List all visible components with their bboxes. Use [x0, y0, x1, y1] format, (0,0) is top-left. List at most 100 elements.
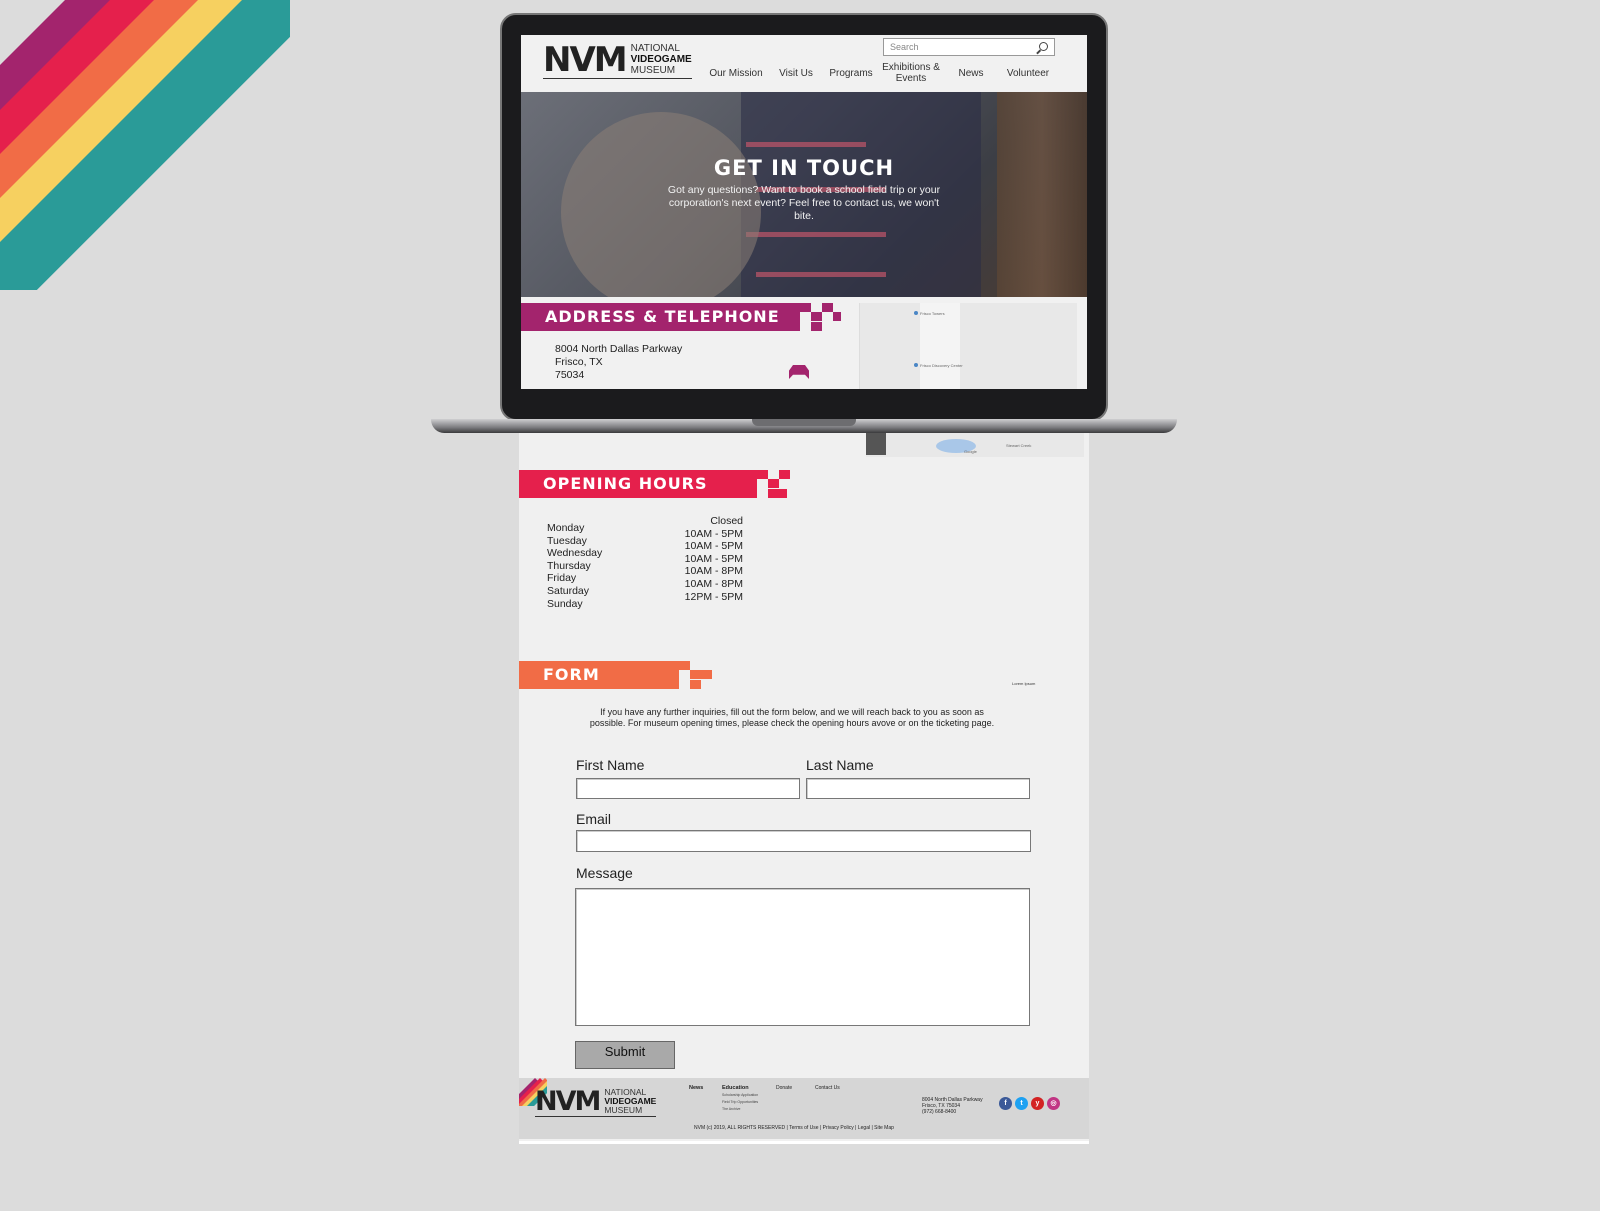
footer-logo-mark: NVM — [535, 1086, 601, 1117]
footer-link-education[interactable]: Education — [722, 1085, 758, 1092]
last-name-input[interactable] — [806, 778, 1030, 799]
pixel-block — [779, 470, 790, 479]
pixel-block — [768, 489, 779, 498]
day-label: Friday — [547, 572, 577, 585]
nav-news[interactable]: News — [951, 68, 991, 79]
hero-banner: GET IN TOUCH Got any questions? Want to … — [521, 92, 1087, 297]
address-text: 8004 North Dallas Parkway Frisco, TX 750… — [555, 343, 682, 382]
footer-education-column: Education Scholarship Application Field … — [722, 1085, 758, 1113]
site-logo[interactable]: NVM NATIONAL VIDEOGAME MUSEUM — [543, 43, 692, 79]
nav-visit-us[interactable]: Visit Us — [776, 68, 816, 79]
pixel-block — [757, 470, 768, 479]
laptop-hinge-notch — [752, 419, 856, 426]
site-footer: NVM NATIONAL VIDEOGAME MUSEUM News Educa… — [519, 1078, 1089, 1139]
footer-link-archive[interactable]: The Archive — [722, 1106, 758, 1113]
embedded-map[interactable]: Frisco Towers Frisco Discovery Center — [859, 303, 1077, 389]
pixel-block — [822, 303, 833, 312]
pixel-block — [690, 680, 701, 689]
pixel-block — [679, 661, 690, 670]
laptop-screen: NVM NATIONAL VIDEOGAME MUSEUM Search Our… — [521, 35, 1087, 389]
address-line: 8004 North Dallas Parkway — [555, 343, 683, 355]
hero-title: GET IN TOUCH — [713, 156, 895, 180]
day-label: Thursday — [547, 559, 591, 572]
footer-legal-links[interactable]: NVM (c) 2019, ALL RIGHTS RESERVED | Term… — [694, 1125, 894, 1131]
message-textarea[interactable] — [575, 888, 1030, 1026]
hours-value: Closed — [710, 515, 743, 527]
footer-logo[interactable]: NVM NATIONAL VIDEOGAME MUSEUM — [535, 1086, 657, 1117]
pixel-block — [768, 479, 779, 488]
map-creek-label: Stewart Creek — [1006, 443, 1032, 448]
placeholder-text: Lorem Ipsum — [1012, 681, 1036, 686]
map-pin-icon[interactable] — [914, 311, 918, 315]
pixel-block — [690, 670, 701, 679]
nav-our-mission[interactable]: Our Mission — [706, 68, 766, 79]
instagram-icon[interactable]: ◎ — [1047, 1097, 1060, 1110]
pixel-block — [811, 322, 822, 331]
logo-mark: NVM — [543, 40, 628, 80]
site-header: NVM NATIONAL VIDEOGAME MUSEUM Search Our… — [521, 35, 1087, 92]
map-continuation: Google Stewart Creek — [866, 433, 1084, 457]
hours-days-column: Monday Tuesday Wednesday Thursday Friday… — [547, 522, 602, 610]
rainbow-stripes-decoration — [0, 0, 290, 290]
hours-value: 10AM - 8PM — [684, 577, 743, 590]
day-label: Wednesday — [547, 547, 603, 560]
search-icon[interactable] — [1039, 42, 1048, 51]
form-title: FORM — [543, 665, 600, 684]
address-line: 75034 — [555, 369, 585, 381]
form-banner: FORM — [519, 661, 679, 689]
contact-page-body: Google Stewart Creek OPENING HOURS Monda… — [519, 433, 1089, 1141]
footer-link-donate[interactable]: Donate — [776, 1085, 792, 1092]
message-label: Message — [576, 865, 633, 881]
opening-hours-banner: OPENING HOURS — [519, 470, 757, 498]
first-name-input[interactable] — [576, 778, 800, 799]
hours-value: 12PM - 5PM — [684, 590, 743, 603]
footer-link-scholarship[interactable]: Scholarship Application — [722, 1092, 758, 1099]
form-intro-text: If you have any further inquiries, fill … — [589, 707, 995, 728]
logo-wordmark: NATIONAL VIDEOGAME MUSEUM — [630, 43, 692, 76]
footer-link-contact[interactable]: Contact Us — [815, 1085, 840, 1092]
email-label: Email — [576, 811, 612, 827]
map-place-label: Frisco Discovery Center — [920, 363, 963, 368]
address-line: Frisco, TX — [555, 356, 603, 368]
map-streetview-thumbnail[interactable] — [866, 433, 886, 455]
email-input[interactable] — [576, 830, 1031, 852]
search-input[interactable]: Search — [883, 38, 1055, 56]
day-label: Sunday — [547, 597, 583, 610]
facebook-icon[interactable]: f — [999, 1097, 1012, 1110]
submit-button[interactable]: Submit — [575, 1041, 675, 1069]
nav-exhibitions-events[interactable]: Exhibitions & Events — [879, 62, 943, 84]
search-placeholder: Search — [890, 42, 919, 52]
pixel-block — [833, 312, 841, 321]
day-label: Monday — [547, 522, 585, 534]
address-title: ADDRESS & TELEPHONE — [545, 307, 780, 326]
hours-value: 10AM - 5PM — [684, 540, 743, 553]
map-pin-icon[interactable] — [914, 363, 918, 367]
map-google-label: Google — [964, 449, 977, 454]
page-bottom-edge — [519, 1141, 1089, 1144]
hours-value: 10AM - 5PM — [684, 552, 743, 565]
day-label: Tuesday — [547, 534, 587, 547]
hero-wood-panel — [997, 92, 1087, 297]
last-name-label: Last Name — [806, 757, 874, 773]
address-banner: ADDRESS & TELEPHONE — [521, 303, 800, 331]
twitter-icon[interactable]: t — [1015, 1097, 1028, 1110]
hours-value: 10AM - 5PM — [684, 527, 743, 540]
footer-address: 8004 North Dallas Parkway Frisco, TX 750… — [922, 1097, 983, 1115]
hero-text: Got any questions? Want to book a school… — [667, 184, 941, 222]
nav-volunteer[interactable]: Volunteer — [998, 68, 1058, 79]
pixel-block — [701, 670, 712, 679]
day-label: Saturday — [547, 584, 590, 597]
footer-link-news[interactable]: News — [689, 1085, 703, 1092]
yelp-icon[interactable]: y — [1031, 1097, 1044, 1110]
footer-link-field-trips[interactable]: Field Trip Opportunities — [722, 1099, 758, 1106]
hours-times-column: Closed 10AM - 5PM 10AM - 5PM 10AM - 5PM … — [667, 515, 743, 603]
opening-hours-title: OPENING HOURS — [543, 474, 708, 493]
nav-programs[interactable]: Programs — [826, 68, 876, 79]
hours-value: 10AM - 8PM — [684, 565, 743, 578]
footer-logo-wordmark: NATIONAL VIDEOGAME MUSEUM — [604, 1087, 657, 1115]
map-place-label: Frisco Towers — [920, 311, 945, 316]
space-invader-icon — [789, 365, 809, 379]
first-name-label: First Name — [576, 757, 645, 773]
pixel-block — [811, 312, 822, 321]
pixel-block — [779, 489, 787, 498]
